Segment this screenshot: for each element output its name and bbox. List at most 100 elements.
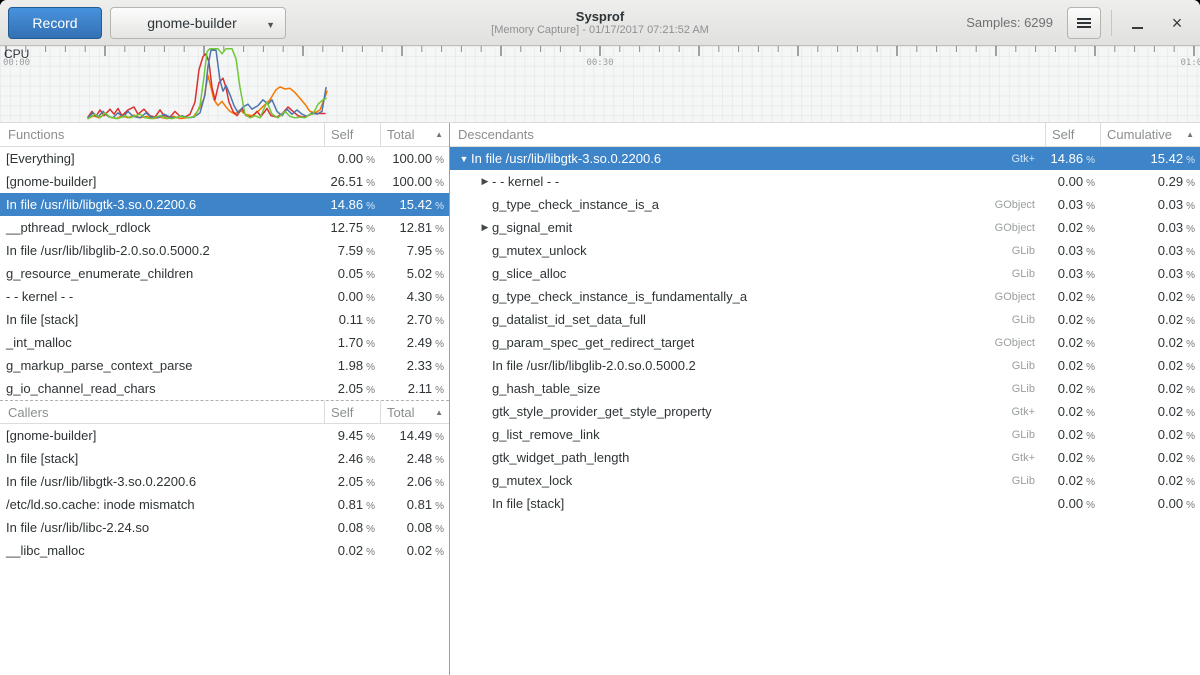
- function-name: g_markup_parse_context_parse: [0, 358, 324, 373]
- percent-value: 7.59%: [324, 243, 380, 258]
- tree-row[interactable]: g_slice_allocGLib0.03%0.03%: [450, 262, 1200, 285]
- tree-row[interactable]: g_hash_table_sizeGLib0.02%0.02%: [450, 377, 1200, 400]
- tree-row[interactable]: In file /usr/lib/libglib-2.0.so.0.5000.2…: [450, 354, 1200, 377]
- tree-row[interactable]: ▼In file /usr/lib/libgtk-3.so.0.2200.6Gt…: [450, 147, 1200, 170]
- tree-row[interactable]: g_datalist_id_set_data_fullGLib0.02%0.02…: [450, 308, 1200, 331]
- tree-row[interactable]: g_mutex_lockGLib0.02%0.02%: [450, 469, 1200, 492]
- percent-value: 2.46%: [324, 451, 380, 466]
- functions-column-header[interactable]: Functions: [0, 123, 324, 146]
- percent-value: 0.81%: [380, 497, 449, 512]
- table-row[interactable]: g_io_channel_read_chars2.05%2.11%: [0, 377, 449, 400]
- function-name: [Everything]: [0, 151, 324, 166]
- table-row[interactable]: In file /usr/lib/libgtk-3.so.0.2200.62.0…: [0, 470, 449, 493]
- category-label: Gtk+: [1011, 452, 1045, 464]
- percent-value: 0.02%: [1045, 289, 1100, 304]
- category-label: GLib: [1012, 268, 1045, 280]
- descendant-name: g_param_spec_get_redirect_target: [492, 335, 694, 350]
- percent-value: 7.95%: [380, 243, 449, 258]
- percent-value: 0.00%: [1045, 496, 1100, 511]
- percent-value: 0.02%: [1100, 450, 1200, 465]
- table-row[interactable]: [gnome-builder]9.45%14.49%: [0, 424, 449, 447]
- table-row[interactable]: - - kernel - -0.00%4.30%: [0, 285, 449, 308]
- descendants-column-header[interactable]: Descendants: [450, 123, 1045, 146]
- tree-row[interactable]: ▶- - kernel - -0.00%0.29%: [450, 170, 1200, 193]
- table-row[interactable]: _int_malloc1.70%2.49%: [0, 331, 449, 354]
- percent-value: 1.98%: [324, 358, 380, 373]
- tree-row[interactable]: g_mutex_unlockGLib0.03%0.03%: [450, 239, 1200, 262]
- table-row[interactable]: __libc_malloc0.02%0.02%: [0, 539, 449, 562]
- percent-value: 4.30%: [380, 289, 449, 304]
- percent-value: 0.02%: [1100, 381, 1200, 396]
- function-name: In file [stack]: [0, 312, 324, 327]
- tree-row[interactable]: ▶g_signal_emitGObject0.02%0.03%: [450, 216, 1200, 239]
- table-row[interactable]: g_resource_enumerate_children0.05%5.02%: [0, 262, 449, 285]
- descendants-self-column-header[interactable]: Self: [1045, 123, 1100, 146]
- table-row[interactable]: In file /usr/lib/libc-2.24.so0.08%0.08%: [0, 516, 449, 539]
- percent-value: 0.02%: [380, 543, 449, 558]
- percent-value: 0.29%: [1100, 174, 1200, 189]
- descendant-name: g_datalist_id_set_data_full: [492, 312, 646, 327]
- tree-name-cell: In file [stack]: [450, 496, 1045, 511]
- percent-value: 0.00%: [324, 151, 380, 166]
- descendants-cumulative-column-header[interactable]: Cumulative ▲: [1100, 123, 1200, 146]
- time-tick-label: 00:30: [586, 58, 613, 68]
- tree-name-cell: g_slice_alloc GLib: [450, 266, 1045, 281]
- tree-row[interactable]: gtk_widget_path_lengthGtk+0.02%0.02%: [450, 446, 1200, 469]
- minimize-icon: [1132, 27, 1143, 29]
- percent-value: 0.81%: [324, 497, 380, 512]
- callers-total-column-header[interactable]: Total ▲: [380, 401, 449, 423]
- callers-column-header[interactable]: Callers: [0, 401, 324, 423]
- expander-closed-icon[interactable]: ▶: [478, 176, 492, 187]
- process-selector-dropdown[interactable]: gnome-builder ▼: [110, 7, 286, 39]
- descendant-name: g_list_remove_link: [492, 427, 600, 442]
- tree-row[interactable]: g_type_check_instance_is_aGObject0.03%0.…: [450, 193, 1200, 216]
- tree-row[interactable]: gtk_style_provider_get_style_propertyGtk…: [450, 400, 1200, 423]
- percent-value: 0.02%: [1045, 404, 1100, 419]
- expander-open-icon[interactable]: ▼: [457, 154, 471, 164]
- functions-header-row: Functions Self Total ▲: [0, 123, 449, 147]
- table-row[interactable]: __pthread_rwlock_rdlock12.75%12.81%: [0, 216, 449, 239]
- sort-ascending-icon: ▲: [429, 408, 443, 417]
- expander-closed-icon[interactable]: ▶: [478, 222, 492, 233]
- category-label: GObject: [995, 222, 1045, 234]
- sysprof-window: Record gnome-builder ▼ Sysprof [Memory C…: [0, 0, 1200, 675]
- tree-row[interactable]: g_param_spec_get_redirect_targetGObject0…: [450, 331, 1200, 354]
- menu-button[interactable]: [1067, 7, 1101, 39]
- percent-value: 2.49%: [380, 335, 449, 350]
- descendant-name: - - kernel - -: [492, 174, 559, 189]
- table-row[interactable]: [gnome-builder]26.51%100.00%: [0, 170, 449, 193]
- percent-value: 26.51%: [324, 174, 380, 189]
- function-name: In file /usr/lib/libc-2.24.so: [0, 520, 324, 535]
- percent-value: 14.86%: [1045, 151, 1100, 166]
- tree-row[interactable]: In file [stack]0.00%0.00%: [450, 492, 1200, 515]
- functions-total-column-header[interactable]: Total ▲: [380, 123, 449, 146]
- callers-header-row: Callers Self Total ▲: [0, 400, 449, 424]
- table-row[interactable]: g_markup_parse_context_parse1.98%2.33%: [0, 354, 449, 377]
- tree-row[interactable]: g_list_remove_linkGLib0.02%0.02%: [450, 423, 1200, 446]
- table-row[interactable]: In file [stack]2.46%2.48%: [0, 447, 449, 470]
- descendant-name: g_slice_alloc: [492, 266, 566, 281]
- minimize-button[interactable]: [1122, 8, 1152, 38]
- table-row[interactable]: In file /usr/lib/libglib-2.0.so.0.5000.2…: [0, 239, 449, 262]
- percent-value: 12.81%: [380, 220, 449, 235]
- table-row[interactable]: [Everything]0.00%100.00%: [0, 147, 449, 170]
- close-button[interactable]: ×: [1162, 8, 1192, 38]
- record-button[interactable]: Record: [8, 7, 102, 39]
- tree-row[interactable]: g_type_check_instance_is_fundamentally_a…: [450, 285, 1200, 308]
- percent-value: 0.02%: [1045, 427, 1100, 442]
- percent-value: 0.03%: [1100, 266, 1200, 281]
- tree-name-cell: g_hash_table_sizeGLib: [450, 381, 1045, 396]
- functions-self-column-header[interactable]: Self: [324, 123, 380, 146]
- cpu-orange-line: [88, 75, 327, 118]
- percent-value: 0.02%: [1045, 312, 1100, 327]
- callers-self-column-header[interactable]: Self: [324, 401, 380, 423]
- percent-value: 0.02%: [1045, 473, 1100, 488]
- table-row[interactable]: In file /usr/lib/libgtk-3.so.0.2200.614.…: [0, 193, 449, 216]
- descendants-header-row: Descendants Self Cumulative ▲: [450, 123, 1200, 147]
- cpu-graph[interactable]: CPU 00:0000:3001:00: [0, 46, 1200, 123]
- tree-name-cell: gtk_style_provider_get_style_propertyGtk…: [450, 404, 1045, 419]
- table-row[interactable]: /etc/ld.so.cache: inode mismatch0.81%0.8…: [0, 493, 449, 516]
- table-row[interactable]: In file [stack]0.11%2.70%: [0, 308, 449, 331]
- percent-value: 0.03%: [1045, 197, 1100, 212]
- percent-value: 2.11%: [380, 381, 449, 396]
